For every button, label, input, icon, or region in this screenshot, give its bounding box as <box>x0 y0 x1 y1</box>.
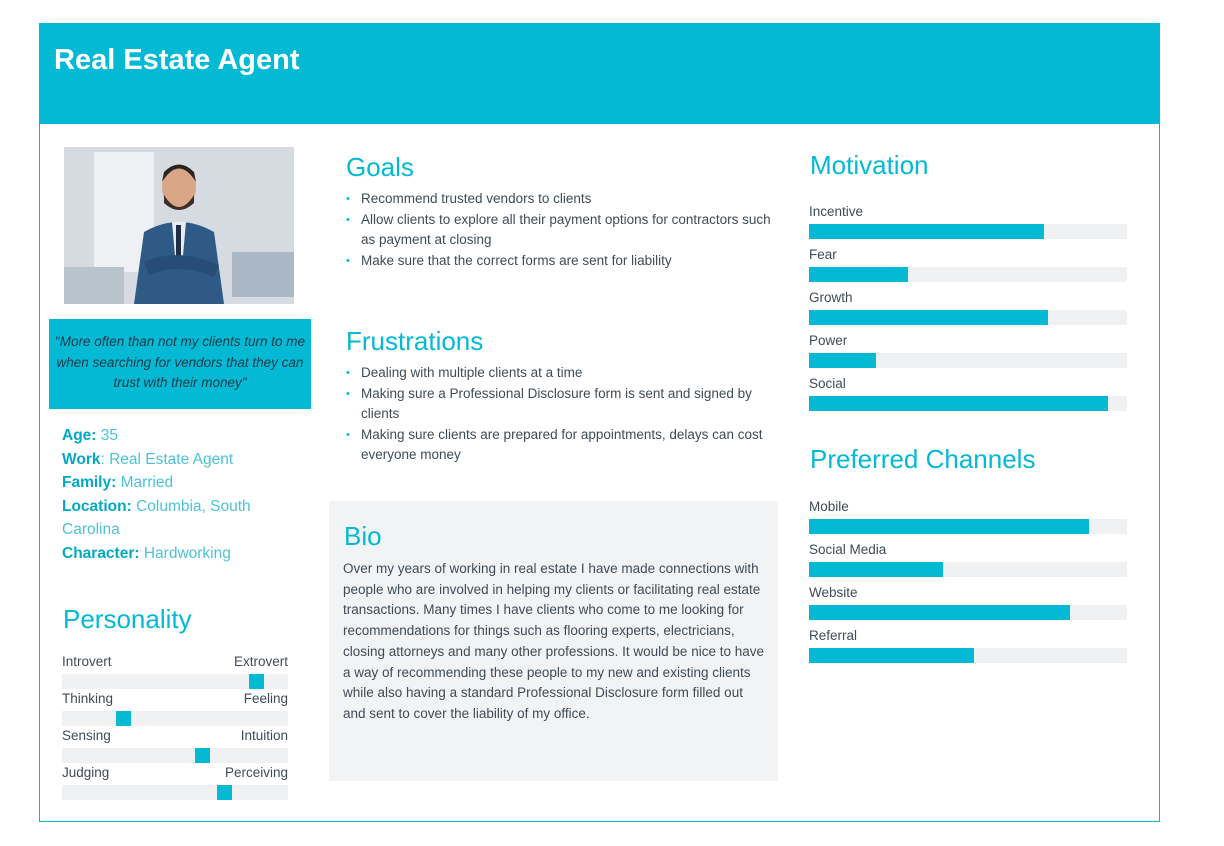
motivation-bar-track <box>809 353 1127 368</box>
fact-work: Work: Real Estate Agent <box>62 450 234 468</box>
motivation-bar: Fear <box>809 247 1127 282</box>
fact-family: Family: Married <box>62 474 174 491</box>
motivation-bar-track <box>809 396 1127 411</box>
channels-bar-fill <box>809 562 943 577</box>
motivation-bar-fill <box>809 267 908 282</box>
goals-list: Recommend trusted vendors to clients All… <box>346 189 776 271</box>
channels-bar-fill <box>809 648 975 663</box>
trait-slider-track <box>62 711 288 726</box>
motivation-label: Power <box>809 333 848 348</box>
trait-slider-track <box>62 785 288 800</box>
trait-right-label: Extrovert <box>233 654 288 669</box>
page-title: Real Estate Agent <box>54 44 300 76</box>
frustrations-heading: Frustrations <box>346 326 484 356</box>
trait-slider-marker <box>217 785 233 800</box>
channels-bar-fill <box>809 605 1070 620</box>
trait-right-label: Perceiving <box>224 765 288 780</box>
motivation-bar: Growth <box>809 290 1127 325</box>
frustration-item: Making sure clients are prepared for app… <box>346 425 776 466</box>
motivation-label: Fear <box>809 247 837 262</box>
trait-left-label: Introvert <box>62 654 112 669</box>
trait-slider-marker <box>115 711 131 726</box>
persona-photo <box>64 147 294 304</box>
fact-age: Age: 35 <box>62 427 119 444</box>
motivation-bar: Incentive <box>809 204 1127 239</box>
fact-location: Location: Columbia, South Carolina <box>62 497 251 539</box>
channels-bar: Social Media <box>809 542 1127 577</box>
motivation-heading: Motivation <box>810 150 929 180</box>
trait-slider-track <box>62 674 288 689</box>
channels-label: Referral <box>809 628 858 643</box>
persona-facts: Age: 35 Work: Real Estate Agent Family: … <box>62 424 292 565</box>
goal-item: Recommend trusted vendors to clients <box>346 189 776 210</box>
motivation-bar: Power <box>809 333 1127 368</box>
trait-slider-marker <box>194 748 210 763</box>
frustration-item: Dealing with multiple clients at a time <box>346 363 776 384</box>
trait-left-label: Judging <box>62 765 110 780</box>
trait-left-label: Sensing <box>62 728 111 743</box>
motivation-bar-fill <box>809 310 1048 325</box>
motivation-bar-fill <box>809 224 1045 239</box>
motivation-bar: Social <box>809 376 1127 411</box>
trait-right-label: Feeling <box>243 691 288 706</box>
goal-item: Make sure that the correct forms are sen… <box>346 251 776 272</box>
bio-text: Over my years of working in real estate … <box>343 561 764 721</box>
channels-label: Website <box>809 585 858 600</box>
frustrations-list: Dealing with multiple clients at a time … <box>346 363 776 466</box>
channels-bar: Mobile <box>809 499 1127 534</box>
motivation-bar-fill <box>809 396 1108 411</box>
channels-bar-fill <box>809 519 1089 534</box>
goals-heading: Goals <box>346 152 414 182</box>
frustration-item: Making sure a Professional Disclosure fo… <box>346 384 776 425</box>
channels-bar: Referral <box>809 628 1127 663</box>
channels-bar-track <box>809 562 1127 577</box>
motivation-bar-track <box>809 224 1127 239</box>
motivation-bar-track <box>809 310 1127 325</box>
motivation-label: Growth <box>809 290 853 305</box>
channels-heading: Preferred Channels <box>810 444 1036 474</box>
channels-label: Social Media <box>809 542 887 557</box>
fact-character: Character: Hardworking <box>62 544 231 562</box>
channels-bar: Website <box>809 585 1127 620</box>
motivation-label: Incentive <box>809 204 864 219</box>
motivation-bar-fill <box>809 353 876 368</box>
bio-heading: Bio <box>344 521 382 551</box>
motivation-label: Social <box>809 376 846 391</box>
trait-left-label: Thinking <box>62 691 114 706</box>
persona-quote: "More often than not my clients turn to … <box>49 319 311 409</box>
goal-item: Allow clients to explore all their payme… <box>346 210 776 251</box>
channels-bar-track <box>809 648 1127 663</box>
channels-bar-track <box>809 605 1127 620</box>
channels-bar-track <box>809 519 1127 534</box>
header: Real Estate Agent <box>40 24 1159 124</box>
motivation-bar-track <box>809 267 1127 282</box>
persona-card: Real Estate Agent "More often than not m… <box>39 23 1160 822</box>
channels-label: Mobile <box>809 499 849 514</box>
bio-panel: Bio Over my years of working in real est… <box>329 501 778 781</box>
personality-heading: Personality <box>63 604 192 634</box>
trait-right-label: Intuition <box>240 728 288 743</box>
trait-slider-track <box>62 748 288 763</box>
trait-slider-marker <box>248 674 264 689</box>
